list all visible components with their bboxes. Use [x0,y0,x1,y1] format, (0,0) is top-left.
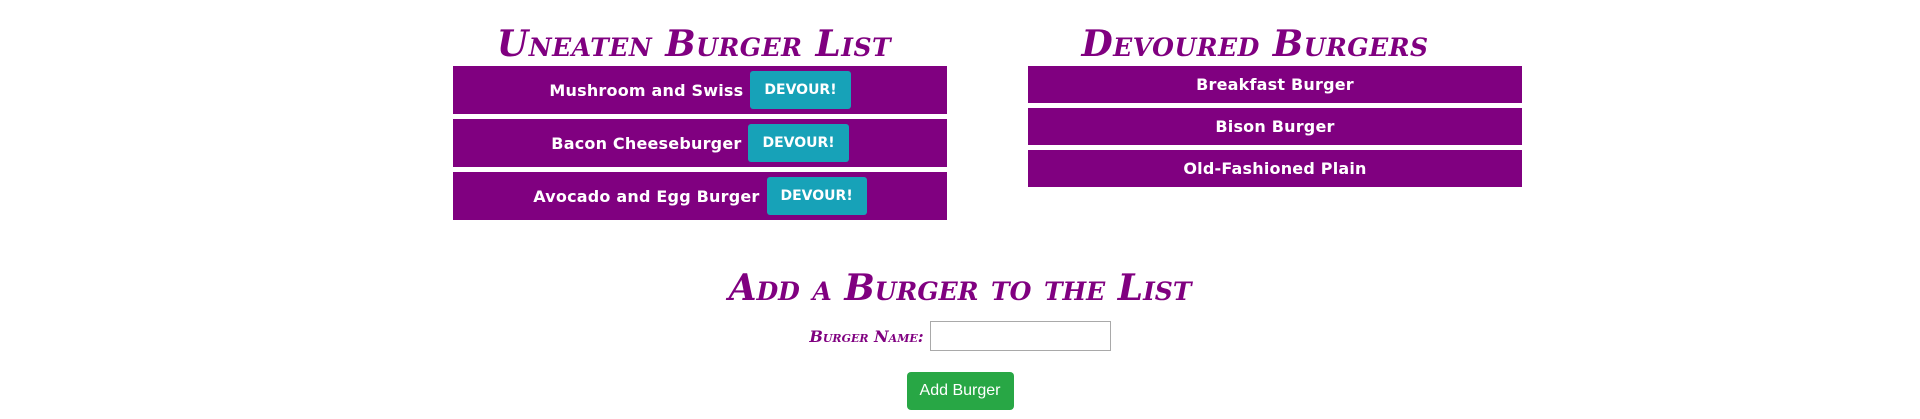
devoured-list-title: Devoured Burgers [1081,23,1429,65]
devour-button[interactable]: DEVOUR! [750,71,851,109]
burger-name-field-row: Burger Name: [0,320,1920,352]
devour-button[interactable]: DEVOUR! [766,177,867,215]
add-burger-title: Add a Burger to the List [728,267,1192,309]
devoured-burger-row: Bison Burger [1028,108,1522,145]
burger-name: Bacon Cheeseburger [551,133,742,153]
burger-name-input[interactable] [929,321,1111,351]
uneaten-list-title: Uneaten Burger List [496,23,892,65]
add-burger-form: Add a Burger to the List Burger Name: Ad… [0,266,1920,410]
burger-name: Old-Fashioned Plain [1183,159,1367,178]
burger-name: Mushroom and Swiss [549,80,744,100]
burger-name-label: Burger Name: [809,326,924,346]
devoured-burger-row: Breakfast Burger [1028,66,1522,103]
burger-name: Breakfast Burger [1196,75,1354,94]
uneaten-burger-row: Mushroom and Swiss DEVOUR! [453,66,947,114]
uneaten-burger-row: Bacon Cheeseburger DEVOUR! [453,119,947,167]
devoured-burger-column: Devoured Burgers Breakfast Burger Bison … [1028,22,1522,192]
add-burger-button[interactable]: Add Burger [906,372,1014,410]
burger-app-page: Uneaten Burger List Mushroom and Swiss D… [0,0,1920,419]
burger-name: Bison Burger [1215,117,1335,136]
burger-name: Avocado and Egg Burger [533,186,760,206]
uneaten-burger-column: Uneaten Burger List Mushroom and Swiss D… [453,22,947,225]
devour-button[interactable]: DEVOUR! [748,124,849,162]
uneaten-burger-row: Avocado and Egg Burger DEVOUR! [453,172,947,220]
devoured-burger-row: Old-Fashioned Plain [1028,150,1522,187]
